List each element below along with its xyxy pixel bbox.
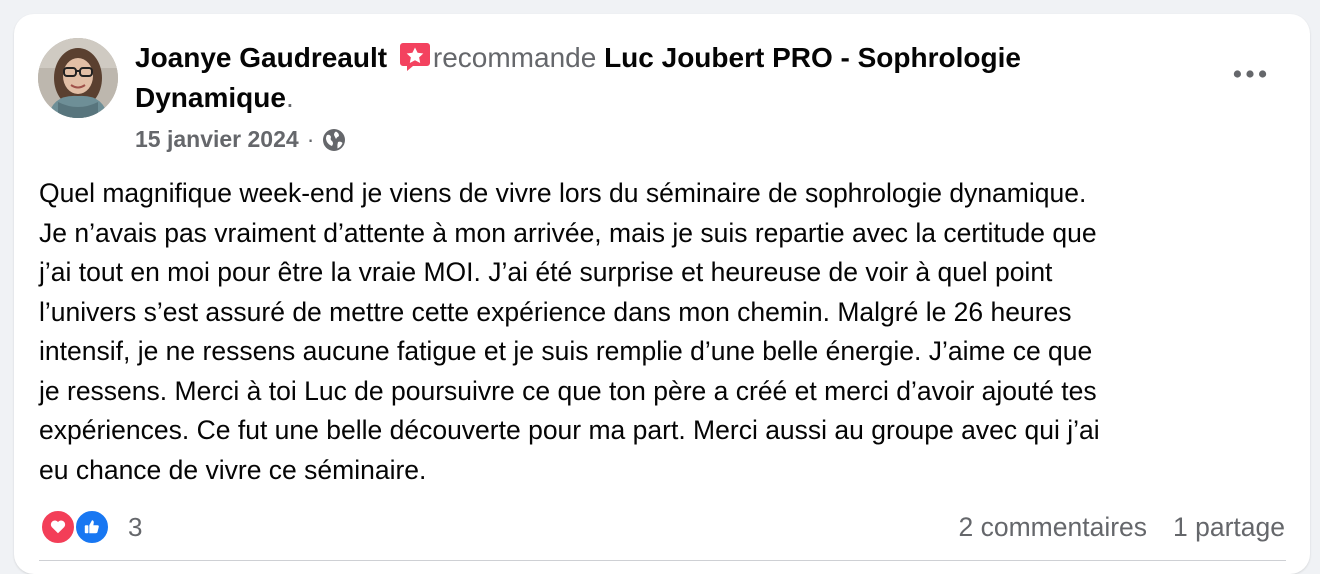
post-header: Joanye Gaudreault recommande Luc Joubert… — [135, 38, 1135, 118]
more-options-icon — [1233, 70, 1267, 78]
globe-icon[interactable] — [322, 127, 346, 151]
shares-count-link[interactable]: 1 partage — [1173, 507, 1285, 547]
header-period: . — [285, 82, 294, 113]
engagement-stats: 2 commentaires 1 partage — [959, 507, 1286, 547]
footer-divider — [39, 560, 1286, 561]
reaction-icons — [40, 507, 118, 547]
reaction-count: 3 — [128, 511, 143, 542]
post-date[interactable]: 15 janvier 2024 — [135, 122, 299, 156]
avatar-photo — [38, 38, 118, 118]
love-icon — [40, 509, 76, 545]
reactions-summary[interactable]: 3 — [40, 507, 142, 547]
like-icon — [74, 509, 110, 545]
post-body-text: Quel magnifique week-end je viens de viv… — [39, 178, 1100, 485]
recommends-text: recommande — [432, 42, 597, 73]
meta-separator: · — [306, 126, 315, 152]
author-name[interactable]: Joanye Gaudreault — [135, 42, 387, 73]
post-meta: 15 janvier 2024 · — [135, 122, 346, 156]
recommend-badge-icon — [399, 40, 431, 72]
author-avatar[interactable] — [38, 38, 118, 118]
comments-count-link[interactable]: 2 commentaires — [959, 507, 1148, 547]
post-card: Joanye Gaudreault recommande Luc Joubert… — [14, 14, 1310, 574]
more-options-button[interactable] — [1230, 56, 1270, 92]
